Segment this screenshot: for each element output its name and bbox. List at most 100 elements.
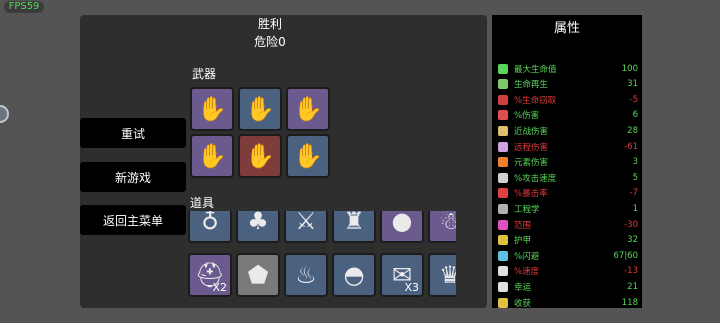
stat-value: -7	[629, 188, 638, 199]
stat-label: 最大生命值	[514, 64, 557, 75]
luck-icon	[498, 281, 508, 292]
item-quantity: X3	[404, 281, 419, 294]
stat-label: %暴击率	[514, 189, 548, 200]
stat-row: 工程学 1	[498, 201, 638, 216]
stat-label: %速度	[514, 267, 540, 278]
stat-row: 近战伤害 28	[498, 123, 638, 138]
weapon-slot[interactable]: ✋	[238, 87, 282, 131]
stat-label: 范围	[514, 220, 532, 231]
hand-icon: ✋	[293, 95, 323, 123]
stat-value: 118	[621, 297, 638, 308]
lifesteal-icon	[498, 94, 508, 105]
item-slot[interactable]: ♜	[332, 211, 376, 243]
stat-row: 幸运 21	[498, 279, 638, 294]
stat-label: %生命窃取	[514, 95, 557, 106]
ghost-icon: ☃	[439, 211, 456, 235]
stat-value: 6	[632, 110, 638, 121]
item-slot[interactable]: ⬟	[236, 253, 280, 297]
fps-counter: FPS59	[4, 1, 44, 13]
amulet-icon: ♁	[201, 211, 219, 235]
stat-row: %生命窃取 -5	[498, 92, 638, 107]
stat-row: %伤害 6	[498, 108, 638, 123]
danger-level: 危险0	[254, 35, 286, 49]
item-quantity: X2	[212, 281, 227, 294]
stat-value: 3	[632, 157, 638, 168]
stats-title: 属性	[553, 21, 580, 36]
stat-row: 护甲 32	[498, 233, 638, 248]
stat-row: 最大生命值 100	[498, 61, 638, 76]
stat-row: 收获 118	[498, 295, 638, 310]
stat-row: 生命再生 31	[498, 77, 638, 92]
stat-value: 21	[627, 281, 638, 292]
stat-value: -13	[624, 266, 638, 277]
cape-icon: ♜	[343, 211, 365, 235]
stat-label: 远程伤害	[514, 142, 549, 153]
weapon-slot[interactable]: ✋	[190, 134, 234, 178]
stat-value: 28	[627, 125, 638, 136]
stat-label: 幸运	[514, 282, 532, 293]
hand-icon: ✋	[245, 142, 275, 170]
heart-icon	[498, 63, 508, 74]
stat-row: 范围 -30	[498, 217, 638, 232]
item-slot[interactable]: ♣	[236, 211, 280, 243]
bowler-hat-icon: ◓	[343, 261, 365, 289]
item-slot[interactable]: ●	[380, 211, 424, 243]
main-menu-button[interactable]: 返回主菜单	[80, 205, 186, 235]
item-slot[interactable]: ♨	[284, 253, 328, 297]
stat-value: 5	[632, 172, 638, 183]
stat-label: 元素伤害	[514, 158, 549, 169]
stat-value: 31	[627, 79, 638, 90]
stat-label: 护甲	[514, 236, 532, 247]
item-slot[interactable]: ♛	[428, 253, 456, 297]
weapon-slot[interactable]: ✋	[286, 87, 330, 131]
stat-row: %暴击率 -7	[498, 186, 638, 201]
stat-row: %闪避 67|60	[498, 248, 638, 263]
item-slot[interactable]: ☃	[428, 211, 456, 243]
stat-label: %闪避	[514, 251, 540, 262]
elemental-icon	[498, 157, 508, 168]
harvest-icon	[498, 297, 508, 308]
armor-icon	[498, 235, 508, 246]
crit-icon	[498, 188, 508, 199]
stat-row: %攻击速度 5	[498, 170, 638, 185]
hourglass-icon	[498, 172, 508, 183]
stat-value: 100	[621, 63, 638, 74]
wrench-icon	[498, 203, 508, 214]
melee-icon	[498, 125, 508, 136]
slime-icon: ●	[391, 211, 413, 235]
campfire-icon: ♨	[295, 261, 317, 289]
new-game-button[interactable]: 新游戏	[80, 162, 186, 192]
stat-label: %伤害	[514, 111, 540, 122]
retry-button[interactable]: 重试	[80, 118, 186, 148]
crown-icon: ♛	[439, 261, 456, 289]
stat-label: 近战伤害	[514, 126, 549, 137]
claw-icon: ⚔	[295, 211, 317, 235]
hand-icon: ✋	[245, 95, 275, 123]
dodge-icon	[498, 250, 508, 261]
weapon-slot[interactable]: ✋	[286, 134, 330, 178]
clover-icon: ♣	[247, 211, 269, 235]
hand-icon: ✋	[197, 142, 227, 170]
stat-label: %攻击速度	[514, 173, 557, 184]
item-slot[interactable]: ✉ X3	[380, 253, 424, 297]
stat-value: -30	[624, 219, 638, 230]
items-grid: ♁ ♣ ⚔ ♜ ● ☃ ⛑X2 ⬟ ♨ ◓ ✉X3 ♛	[186, 211, 456, 308]
weapons-label: 武器	[192, 67, 217, 81]
stats-panel: 属性 最大生命值 100 生命再生 31 %生命窃取 -5 %伤害 6 近战伤害 28 远程伤害 -6…	[492, 15, 642, 310]
item-slot[interactable]: ◓	[332, 253, 376, 297]
item-slot[interactable]: ♁	[188, 211, 232, 243]
stat-value: -5	[629, 94, 638, 105]
weapon-slot[interactable]: ✋	[190, 87, 234, 131]
result-title: 胜利	[257, 17, 282, 31]
damage-icon	[498, 110, 508, 121]
ranged-icon	[498, 141, 508, 152]
item-slot[interactable]: ⚔	[284, 211, 328, 243]
side-handle[interactable]	[0, 105, 9, 123]
weapon-slot[interactable]: ✋	[238, 134, 282, 178]
stat-value: 1	[632, 203, 638, 214]
items-label: 道具	[190, 196, 215, 210]
range-icon	[498, 219, 508, 230]
hand-icon: ✋	[293, 142, 323, 170]
hand-icon: ✋	[197, 95, 227, 123]
item-slot[interactable]: ⛑ X2	[188, 253, 232, 297]
